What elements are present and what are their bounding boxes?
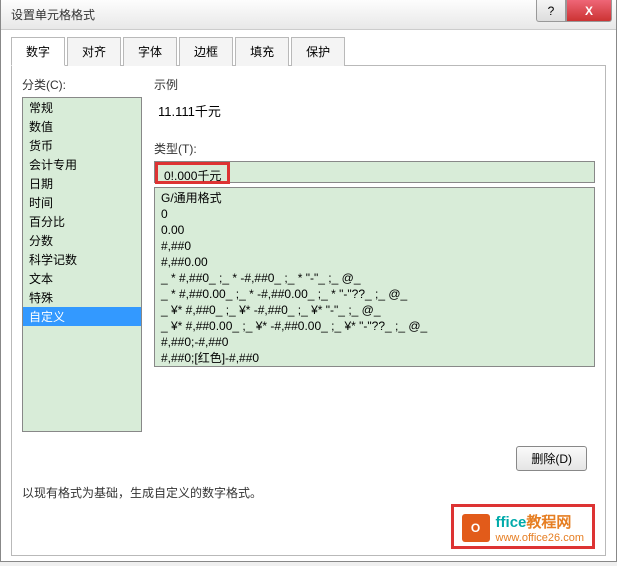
watermark-brand-part2: 教程网 bbox=[526, 514, 571, 531]
titlebar-buttons: ? X bbox=[536, 0, 612, 22]
list-item[interactable]: 分数 bbox=[23, 231, 141, 250]
tab-content-number: 分类(C): 常规 数值 货币 会计专用 日期 时间 百分比 分数 科学记数 文… bbox=[11, 66, 606, 556]
watermark-logo-icon: O bbox=[462, 514, 490, 542]
tab-fill[interactable]: 填充 bbox=[235, 37, 289, 66]
list-item[interactable]: 特殊 bbox=[23, 288, 141, 307]
list-item[interactable]: #,##0.00;-#,##0.00 bbox=[155, 366, 594, 367]
list-item[interactable]: #,##0.00 bbox=[155, 254, 594, 270]
format-cells-dialog: 设置单元格格式 ? X 数字 对齐 字体 边框 填充 保护 分类(C): 常规 … bbox=[0, 0, 617, 562]
list-item[interactable]: 数值 bbox=[23, 117, 141, 136]
list-item[interactable]: #,##0 bbox=[155, 238, 594, 254]
list-item[interactable]: _ ¥* #,##0.00_ ;_ ¥* -#,##0.00_ ;_ ¥* "-… bbox=[155, 318, 594, 334]
list-item[interactable]: #,##0;-#,##0 bbox=[155, 334, 594, 350]
type-input-highlight: 0!.000千元 bbox=[155, 162, 230, 184]
list-item[interactable]: _ ¥* #,##0_ ;_ ¥* -#,##0_ ;_ ¥* "-"_ ;_ … bbox=[155, 302, 594, 318]
delete-button[interactable]: 删除(D) bbox=[516, 446, 587, 471]
close-button[interactable]: X bbox=[566, 0, 612, 22]
tab-alignment[interactable]: 对齐 bbox=[67, 37, 121, 66]
dialog-title: 设置单元格格式 bbox=[11, 6, 616, 23]
tab-border[interactable]: 边框 bbox=[179, 37, 233, 66]
list-item[interactable]: 常规 bbox=[23, 98, 141, 117]
example-value: 11.111千元 bbox=[154, 97, 595, 134]
tab-strip: 数字 对齐 字体 边框 填充 保护 bbox=[11, 36, 606, 66]
watermark-url: www.office26.com bbox=[496, 532, 584, 544]
list-item[interactable]: 时间 bbox=[23, 193, 141, 212]
format-listbox[interactable]: G/通用格式 0 0.00 #,##0 #,##0.00 _ * #,##0_ … bbox=[154, 187, 595, 367]
list-item[interactable]: 自定义 bbox=[23, 307, 141, 326]
titlebar: 设置单元格格式 ? X bbox=[1, 0, 616, 30]
list-item[interactable]: 货币 bbox=[23, 136, 141, 155]
list-item[interactable]: 会计专用 bbox=[23, 155, 141, 174]
example-label: 示例 bbox=[154, 76, 595, 93]
list-item[interactable]: 日期 bbox=[23, 174, 141, 193]
list-item[interactable]: _ * #,##0.00_ ;_ * -#,##0.00_ ;_ * "-"??… bbox=[155, 286, 594, 302]
watermark: O ffice教程网 www.office26.com bbox=[451, 504, 595, 549]
help-button[interactable]: ? bbox=[536, 0, 566, 22]
type-input[interactable]: 0!.000千元 bbox=[154, 161, 595, 183]
list-item[interactable]: 文本 bbox=[23, 269, 141, 288]
tab-protection[interactable]: 保护 bbox=[291, 37, 345, 66]
type-label: 类型(T): bbox=[154, 140, 595, 157]
watermark-brand-part1: ffice bbox=[496, 514, 527, 531]
tab-font[interactable]: 字体 bbox=[123, 37, 177, 66]
tab-number[interactable]: 数字 bbox=[11, 37, 65, 66]
list-item[interactable]: G/通用格式 bbox=[155, 190, 594, 206]
list-item[interactable]: 0.00 bbox=[155, 222, 594, 238]
hint-text: 以现有格式为基础，生成自定义的数字格式。 bbox=[22, 484, 595, 501]
category-listbox[interactable]: 常规 数值 货币 会计专用 日期 时间 百分比 分数 科学记数 文本 特殊 自定… bbox=[22, 97, 142, 432]
client-area: 数字 对齐 字体 边框 填充 保护 分类(C): 常规 数值 货币 会计专用 日… bbox=[1, 30, 616, 566]
list-item[interactable]: _ * #,##0_ ;_ * -#,##0_ ;_ * "-"_ ;_ @_ bbox=[155, 270, 594, 286]
list-item[interactable]: 科学记数 bbox=[23, 250, 141, 269]
category-label: 分类(C): bbox=[22, 76, 142, 93]
watermark-text: ffice教程网 www.office26.com bbox=[496, 511, 584, 544]
list-item[interactable]: 百分比 bbox=[23, 212, 141, 231]
list-item[interactable]: 0 bbox=[155, 206, 594, 222]
list-item[interactable]: #,##0;[红色]-#,##0 bbox=[155, 350, 594, 366]
